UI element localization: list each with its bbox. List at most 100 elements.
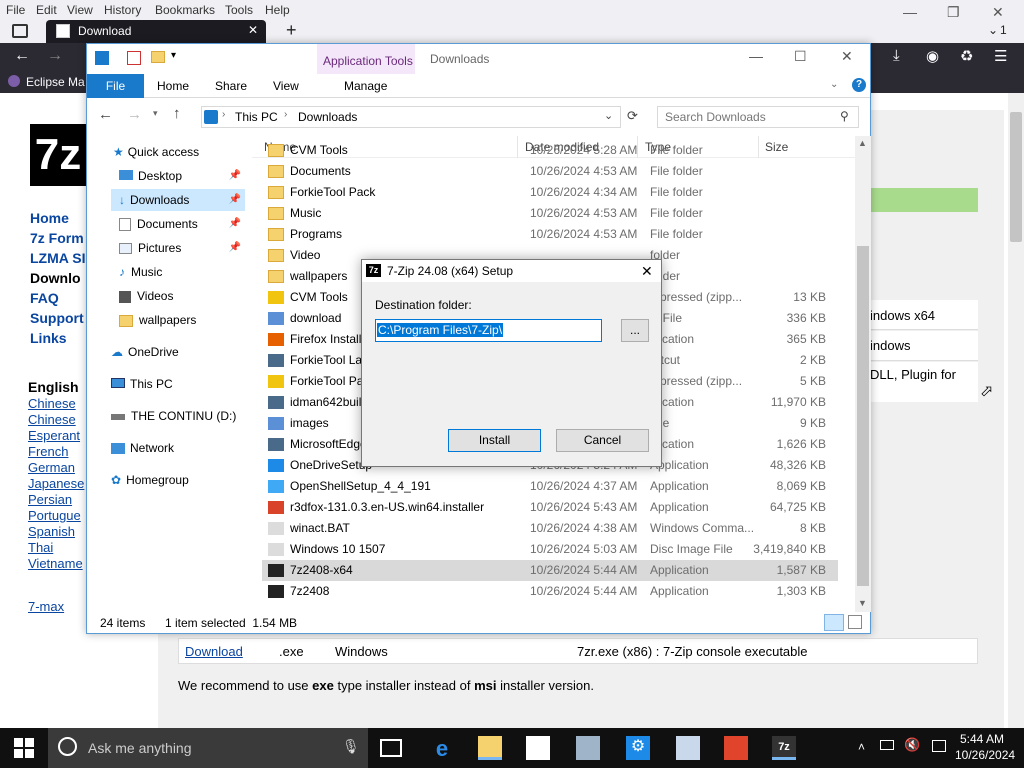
- address-dropdown-icon[interactable]: ⌄: [604, 109, 613, 122]
- nav-faq[interactable]: FAQ: [30, 290, 59, 306]
- file-row[interactable]: CVM Tools 10/26/2024 5:28 AM File folder: [262, 140, 838, 161]
- install-button[interactable]: Install: [448, 429, 541, 452]
- search-input[interactable]: Search Downloads: [665, 110, 766, 124]
- nav-quick-access[interactable]: ★ Quick access: [113, 141, 243, 163]
- dialog-close-icon[interactable]: ✕: [641, 263, 653, 280]
- start-windows-icon[interactable]: [14, 738, 34, 758]
- explorer-close-icon[interactable]: ✕: [841, 48, 853, 65]
- download-link[interactable]: Download: [185, 644, 243, 659]
- 7zip-task-icon[interactable]: 7z: [772, 736, 796, 760]
- bookmark-eclipse[interactable]: Eclipse Ma: [26, 75, 85, 89]
- dest-folder-input[interactable]: C:\Program Files\7-Zip\: [375, 319, 602, 342]
- lang-link[interactable]: Spanish: [28, 524, 75, 539]
- scroll-up-icon[interactable]: ▲: [858, 138, 867, 148]
- downloads-icon[interactable]: ⤓: [893, 47, 900, 64]
- minimize-icon[interactable]: —: [903, 4, 917, 20]
- nav-network[interactable]: Network: [111, 437, 245, 459]
- taskbar-search[interactable]: Ask me anything 🎙: [48, 728, 368, 768]
- browser-tab[interactable]: Download ✕: [46, 20, 266, 43]
- nav-support[interactable]: Support: [30, 310, 84, 326]
- lang-link[interactable]: German: [28, 460, 75, 475]
- nav-home[interactable]: Home: [30, 210, 69, 226]
- nav-this-pc[interactable]: This PC: [111, 373, 245, 395]
- tab-overview-icon[interactable]: [12, 24, 28, 38]
- new-folder-icon[interactable]: [151, 51, 165, 63]
- file-row[interactable]: Music 10/26/2024 4:53 AM File folder: [262, 203, 838, 224]
- nav-7z-format[interactable]: 7z Form: [30, 230, 84, 246]
- task-view-icon[interactable]: [380, 739, 402, 757]
- recent-locations-icon[interactable]: ▾: [153, 108, 158, 119]
- up-icon[interactable]: ↑: [173, 105, 181, 122]
- lang-link[interactable]: Chinese: [28, 412, 76, 427]
- nav-downloads[interactable]: ↓ Downloads 📌: [111, 189, 245, 211]
- menu-icon[interactable]: ☰: [994, 47, 1007, 65]
- nav-videos[interactable]: Videos: [119, 285, 243, 307]
- edge-icon[interactable]: e: [430, 736, 454, 761]
- tab-list-icon[interactable]: ⌄: [988, 23, 998, 37]
- scrollbar-thumb[interactable]: [857, 246, 869, 586]
- network-tool-icon[interactable]: [676, 736, 700, 760]
- breadcrumb-this-pc[interactable]: This PC: [235, 110, 278, 124]
- nav-drive-d[interactable]: THE CONTINU (D:): [111, 405, 251, 427]
- nav-music[interactable]: ♪ Music: [119, 261, 243, 283]
- tab-home[interactable]: Home: [157, 79, 189, 93]
- file-row[interactable]: 7z2408-x64 10/26/2024 5:44 AM Application 1…: [262, 560, 838, 581]
- volume-muted-icon[interactable]: 🔇: [904, 737, 920, 753]
- forward-icon[interactable]: →: [47, 47, 63, 65]
- details-view-icon[interactable]: [824, 614, 844, 631]
- extensions-icon[interactable]: ♻: [960, 47, 973, 65]
- tab-share[interactable]: Share: [215, 79, 247, 93]
- file-row[interactable]: Documents 10/26/2024 4:53 AM File folder: [262, 161, 838, 182]
- account-icon[interactable]: ◉: [926, 47, 939, 65]
- clock-date[interactable]: 10/26/2024: [955, 748, 1015, 762]
- tab-file[interactable]: File: [87, 74, 144, 98]
- address-bar[interactable]: › This PC › Downloads ⌄: [201, 106, 621, 128]
- nav-pictures[interactable]: Pictures 📌: [119, 237, 243, 259]
- new-tab-icon[interactable]: +: [286, 20, 297, 41]
- file-explorer-icon[interactable]: [478, 736, 502, 760]
- browse-button[interactable]: ...: [621, 319, 649, 342]
- nav-download[interactable]: Downlo: [30, 270, 81, 286]
- quick-access-down-icon[interactable]: [95, 51, 109, 65]
- search-box[interactable]: Search Downloads ⚲: [657, 106, 859, 128]
- nav-wallpapers[interactable]: wallpapers: [119, 309, 243, 331]
- menu-view[interactable]: View: [67, 3, 93, 17]
- nav-links[interactable]: Links: [30, 330, 67, 346]
- file-row[interactable]: winact.BAT 10/26/2024 4:38 AM Windows Comm…: [262, 518, 838, 539]
- nav-back-icon[interactable]: ←: [98, 106, 113, 123]
- scroll-down-icon[interactable]: ▼: [858, 598, 867, 608]
- lang-link[interactable]: Persian: [28, 492, 72, 507]
- tab-view[interactable]: View: [273, 79, 299, 93]
- network-tray-icon[interactable]: [880, 740, 894, 750]
- customize-toolbar-icon[interactable]: ▾: [171, 50, 176, 61]
- large-icons-view-icon[interactable]: [848, 615, 862, 629]
- explorer-minimize-icon[interactable]: —: [749, 48, 763, 64]
- menu-file[interactable]: File: [6, 3, 25, 17]
- microphone-icon[interactable]: 🎙: [342, 738, 360, 755]
- nav-documents[interactable]: Documents 📌: [119, 213, 243, 235]
- lang-link[interactable]: Portugue: [28, 508, 81, 523]
- taskbar-search-input[interactable]: Ask me anything: [88, 740, 192, 756]
- menu-tools[interactable]: Tools: [225, 3, 253, 17]
- tab-manage[interactable]: Manage: [344, 79, 387, 93]
- explorer-maximize-icon[interactable]: ☐: [794, 48, 807, 65]
- close-icon[interactable]: ✕: [992, 4, 1004, 21]
- cancel-button[interactable]: Cancel: [556, 429, 649, 452]
- settings-gear-icon[interactable]: ⚙: [626, 736, 650, 760]
- file-row[interactable]: OpenShellSetup_4_4_191 10/26/2024 4:37 AM…: [262, 476, 838, 497]
- menu-help[interactable]: Help: [265, 3, 290, 17]
- lang-link[interactable]: Chinese: [28, 396, 76, 411]
- nav-lzma-sdk[interactable]: LZMA SI: [30, 250, 85, 266]
- restore-icon[interactable]: ❐: [947, 4, 960, 21]
- nav-forward-icon[interactable]: →: [127, 106, 142, 123]
- menu-bookmarks[interactable]: Bookmarks: [155, 3, 215, 17]
- file-row[interactable]: r3dfox-131.0.3.en-US.win64.installer 10/2…: [262, 497, 838, 518]
- menu-edit[interactable]: Edit: [36, 3, 57, 17]
- tray-chevron-icon[interactable]: ˄: [858, 740, 865, 754]
- nav-onedrive[interactable]: ☁ OneDrive: [111, 341, 245, 363]
- nav-homegroup[interactable]: ✿ Homegroup: [111, 469, 245, 491]
- help-icon[interactable]: ?: [852, 78, 866, 92]
- r3dfox-icon[interactable]: [724, 736, 748, 760]
- lang-link[interactable]: Japanese: [28, 476, 84, 491]
- tab-close-icon[interactable]: ✕: [248, 23, 258, 37]
